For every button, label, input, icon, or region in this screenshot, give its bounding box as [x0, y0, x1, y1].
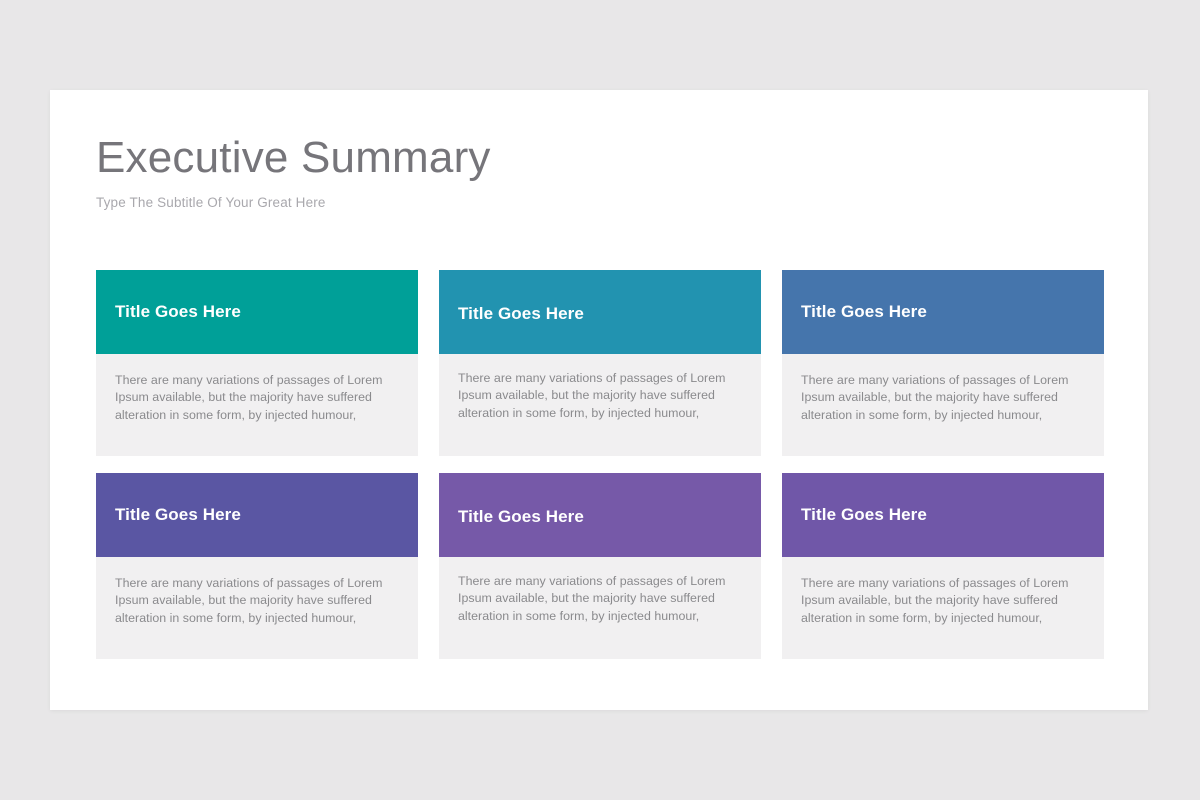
summary-card[interactable]: Title Goes Here There are many variation… [96, 473, 418, 659]
summary-card[interactable]: Title Goes Here There are many variation… [96, 270, 418, 456]
summary-card-header: Title Goes Here [439, 473, 761, 557]
summary-card-text: There are many variations of passages of… [115, 576, 383, 625]
summary-card-text: There are many variations of passages of… [458, 574, 726, 623]
summary-card[interactable]: Title Goes Here There are many variation… [782, 270, 1104, 456]
summary-card-title: Title Goes Here [115, 301, 241, 321]
summary-card[interactable]: Title Goes Here There are many variation… [439, 270, 761, 456]
summary-card-text: There are many variations of passages of… [115, 373, 383, 422]
page-subtitle: Type The Subtitle Of Your Great Here [96, 194, 326, 210]
summary-card-body: There are many variations of passages of… [439, 557, 761, 659]
summary-card-text: There are many variations of passages of… [801, 373, 1069, 422]
summary-card-title: Title Goes Here [801, 301, 927, 321]
summary-card-body: There are many variations of passages of… [96, 557, 418, 659]
presentation-slide: Executive Summary Type The Subtitle Of Y… [50, 90, 1148, 710]
summary-card-grid: Title Goes Here There are many variation… [96, 270, 1104, 659]
summary-card-title: Title Goes Here [801, 504, 927, 524]
summary-card-body: There are many variations of passages of… [782, 354, 1104, 456]
summary-card-header: Title Goes Here [782, 270, 1104, 354]
summary-card[interactable]: Title Goes Here There are many variation… [782, 473, 1104, 659]
summary-card-body: There are many variations of passages of… [439, 354, 761, 456]
summary-card-title: Title Goes Here [115, 504, 241, 524]
summary-card-text: There are many variations of passages of… [458, 371, 726, 420]
summary-card-header: Title Goes Here [96, 473, 418, 557]
summary-card-text: There are many variations of passages of… [801, 576, 1069, 625]
summary-card-header: Title Goes Here [439, 270, 761, 354]
summary-card-body: There are many variations of passages of… [782, 557, 1104, 659]
summary-card-title: Title Goes Here [458, 506, 584, 526]
summary-card[interactable]: Title Goes Here There are many variation… [439, 473, 761, 659]
summary-card-header: Title Goes Here [782, 473, 1104, 557]
slide-stage: Executive Summary Type The Subtitle Of Y… [0, 0, 1200, 800]
page-title: Executive Summary [96, 133, 491, 182]
summary-card-title: Title Goes Here [458, 303, 584, 323]
summary-card-body: There are many variations of passages of… [96, 354, 418, 456]
summary-card-header: Title Goes Here [96, 270, 418, 354]
slide-header: Executive Summary Type The Subtitle Of Y… [96, 134, 996, 210]
